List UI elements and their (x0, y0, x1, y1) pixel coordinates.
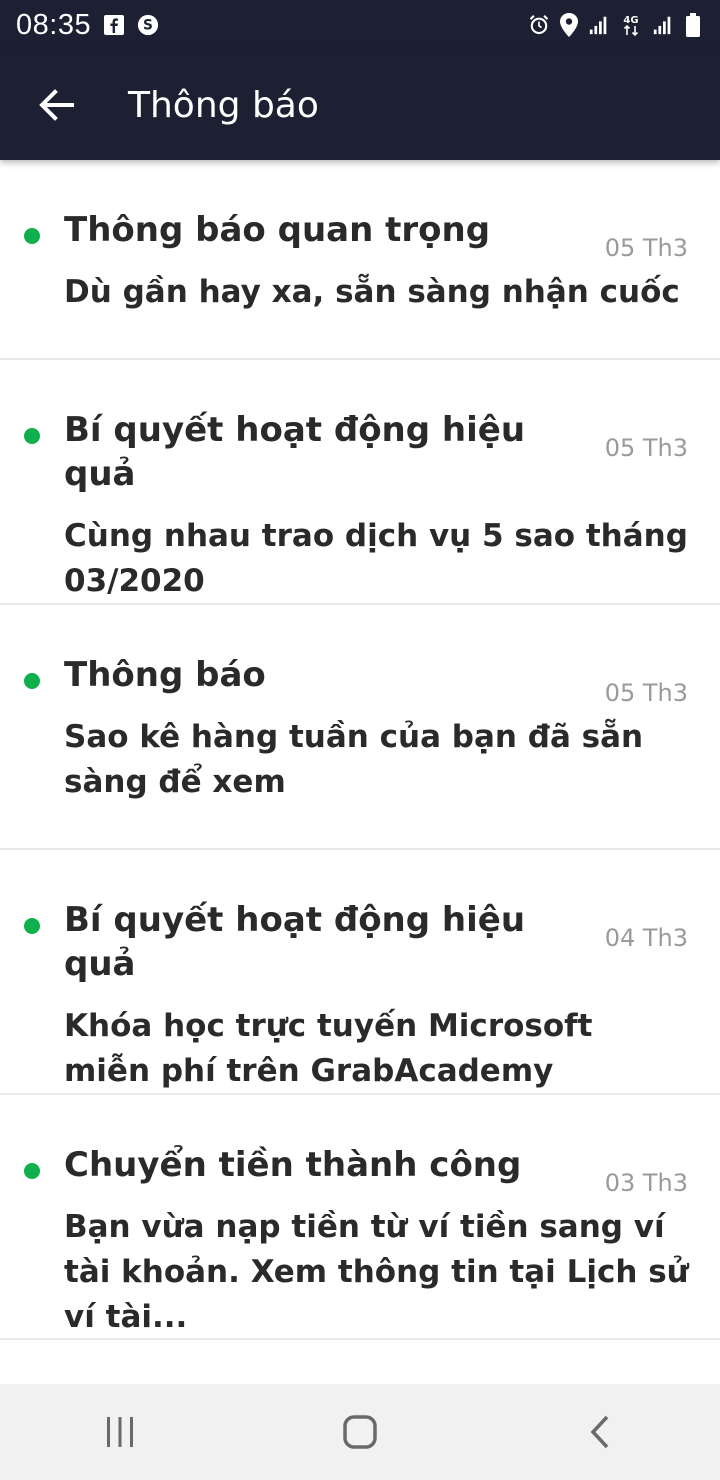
status-right: 4G (528, 13, 704, 37)
back-button[interactable] (28, 77, 84, 133)
page-title: Thông báo (128, 84, 319, 126)
notification-body: Cùng nhau trao dịch vụ 5 sao tháng 03/20… (64, 518, 688, 599)
svg-text:S: S (143, 18, 153, 34)
notification-title: Bí quyết hoạt động hiệu quả (64, 900, 526, 984)
notification-title: Thông báo quan trọng (64, 210, 491, 250)
unread-dot (24, 1163, 40, 1179)
notification-title: Bí quyết hoạt động hiệu quả (64, 410, 526, 494)
notification-item[interactable]: Bí quyết hoạt động hiệu quả 05 Th3 Cùng … (0, 360, 720, 605)
back-icon (590, 1415, 609, 1449)
notification-body: Bạn vừa nạp tiền từ ví tiền sang ví tài … (64, 1209, 689, 1335)
notification-list: Thông báo quan trọng 05 Th3 Dù gần hay x… (0, 160, 720, 1340)
status-time: 08:35 (16, 8, 92, 41)
notification-date: 03 Th3 (604, 1169, 688, 1197)
recent-apps-icon (107, 1417, 133, 1447)
unread-dot (24, 673, 40, 689)
notification-title: Thông báo (64, 655, 266, 695)
notification-item[interactable]: Bí quyết hoạt động hiệu quả 04 Th3 Khóa … (0, 850, 720, 1095)
nav-back-button[interactable] (560, 1402, 640, 1462)
signal-icon (652, 14, 674, 36)
unread-dot (24, 918, 40, 934)
network-4g-icon: 4G (618, 14, 644, 37)
status-left: 08:35 S (16, 9, 159, 42)
notification-body: Dù gần hay xa, sẵn sàng nhận cuốc (64, 274, 680, 310)
arrow-left-icon (39, 89, 74, 121)
notification-date: 05 Th3 (604, 679, 688, 707)
app-bar: Thông báo (0, 50, 720, 160)
status-bar: 08:35 S 4G (0, 0, 720, 50)
network-type-label: 4G (623, 15, 638, 26)
notification-date: 05 Th3 (604, 234, 688, 262)
home-icon (343, 1415, 377, 1449)
notification-item[interactable]: Thông báo quan trọng 05 Th3 Dù gần hay x… (0, 160, 720, 360)
notification-date: 05 Th3 (604, 434, 688, 462)
notification-date: 04 Th3 (604, 924, 688, 952)
notification-item[interactable]: Chuyển tiền thành công 03 Th3 Bạn vừa nạ… (0, 1095, 720, 1340)
home-button[interactable] (320, 1402, 400, 1462)
facebook-icon (103, 14, 125, 36)
recent-apps-button[interactable] (80, 1402, 160, 1462)
signal-icon (588, 14, 610, 36)
battery-icon (682, 13, 704, 37)
notification-body: Sao kê hàng tuần của bạn đã sẵn sàng để … (64, 719, 644, 800)
alarm-icon (528, 14, 550, 36)
notification-body: Khóa học trực tuyến Microsoft miễn phí t… (64, 1008, 593, 1089)
location-icon (558, 13, 580, 37)
system-nav-bar (0, 1384, 720, 1480)
notification-title: Chuyển tiền thành công (64, 1145, 522, 1185)
notification-item[interactable]: Thông báo 05 Th3 Sao kê hàng tuần của bạ… (0, 605, 720, 850)
unread-dot (24, 228, 40, 244)
unread-dot (24, 428, 40, 444)
skype-icon: S (137, 14, 159, 36)
